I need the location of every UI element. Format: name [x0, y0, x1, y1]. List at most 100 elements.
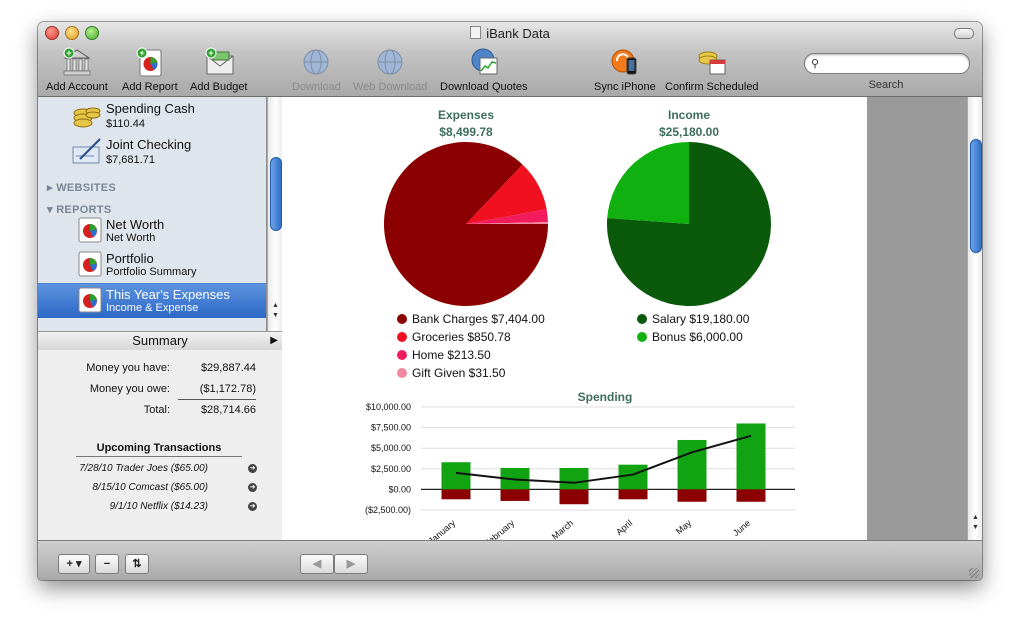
toolbar-toggle-button[interactable] — [954, 28, 974, 39]
pie-slice-bonus — [607, 142, 689, 224]
go-arrow-icon[interactable]: ➜ — [248, 483, 257, 492]
bank-icon: + — [63, 47, 91, 76]
bar-positive — [559, 467, 589, 490]
x-tick-label: March — [550, 518, 576, 540]
checkbook-icon — [72, 138, 101, 164]
sidebar: Spending Cash $110.44 Joint Checking $7,… — [38, 97, 267, 331]
legend-label: Bank Charges $7,404.00 — [412, 312, 545, 326]
add-account-button[interactable]: + Add Account — [46, 46, 108, 93]
search-field[interactable]: ⚲ — [804, 53, 970, 74]
bar-negative — [559, 489, 589, 505]
bar-negative — [441, 489, 471, 500]
account-balance: $7,681.71 — [106, 154, 155, 166]
x-tick-label: April — [614, 518, 634, 537]
expenses-title: Expenses — [438, 108, 494, 122]
sidebar-item-this-years-expenses[interactable]: This Year's Expenses Income & Expense — [38, 283, 266, 318]
sidebar-item-portfolio[interactable]: Portfolio Portfolio Summary — [38, 248, 266, 282]
bar-negative — [500, 489, 530, 501]
income-legend: Salary $19,180.00 Bonus $6,000.00 — [637, 312, 750, 344]
report-name: Portfolio — [106, 251, 154, 266]
confirm-scheduled-label: Confirm Scheduled — [665, 81, 759, 93]
download-button[interactable]: Download — [292, 46, 341, 93]
x-tick-label: June — [731, 518, 752, 538]
income-title: Income — [668, 108, 710, 122]
globe-download-icon — [303, 49, 329, 75]
legend-swatch — [397, 314, 407, 324]
remove-button[interactable]: − — [95, 554, 119, 574]
add-report-button[interactable]: + Add Report — [122, 46, 178, 93]
y-tick-label: ($2,500.00) — [365, 505, 411, 515]
svg-text:+: + — [66, 48, 71, 58]
window-title-text: iBank Data — [486, 26, 550, 41]
report-scroll-arrows[interactable]: ▲ ▼ — [968, 513, 982, 533]
web-download-button[interactable]: Web Download — [353, 46, 427, 93]
svg-text:+: + — [139, 48, 144, 58]
search-icon: ⚲ — [811, 58, 820, 70]
legend-label: Groceries $850.78 — [412, 330, 511, 344]
summary-owe-value: ($1,172.78) — [199, 383, 256, 395]
summary-divider — [178, 399, 256, 400]
back-button[interactable]: ◀ — [300, 554, 334, 574]
globe-icon — [377, 49, 403, 75]
summary-total-label: Total: — [143, 404, 170, 416]
download-quotes-button[interactable]: Download Quotes — [440, 46, 527, 93]
sidebar-scroll-arrows[interactable]: ▲ ▼ — [268, 301, 283, 321]
sidebar-item-net-worth[interactable]: Net Worth Net Worth — [38, 214, 266, 248]
income-pie-chart — [607, 142, 771, 306]
expenses-legend: Bank Charges $7,404.00 Groceries $850.78 H… — [397, 312, 545, 380]
sidebar-scrollbar[interactable]: ▲ ▼ — [267, 97, 283, 331]
summary-disclosure-icon[interactable]: ▶ — [270, 332, 278, 350]
upcoming-transaction-text: 9/1/10 Netflix ($14.23) — [109, 501, 208, 512]
sync-iphone-button[interactable]: Sync iPhone — [594, 46, 656, 93]
toolbar: iBank Data + Add Account + Add Report + … — [38, 22, 982, 97]
bar-positive — [618, 464, 648, 490]
report-subtitle: Income & Expense — [106, 302, 199, 314]
bottom-bar: + ▾ − ⇅ ◀ ▶ — [38, 540, 982, 580]
report-name: This Year's Expenses — [106, 287, 230, 302]
report-subtitle: Net Worth — [106, 232, 156, 244]
report-canvas: Expenses $8,499.78 Income $25,180.00 Ban… — [365, 108, 795, 549]
add-menu-button[interactable]: + ▾ — [58, 554, 90, 574]
bar-negative — [618, 489, 648, 500]
add-budget-label: Add Budget — [190, 81, 248, 93]
envelope-icon: + — [205, 47, 234, 75]
x-tick-label: February — [482, 518, 516, 540]
summary-header[interactable]: Summary ▶ — [38, 331, 282, 351]
download-label: Download — [292, 81, 341, 93]
sync-iphone-label: Sync iPhone — [594, 81, 656, 93]
sidebar-group-websites[interactable]: ▸ WEBSITES — [47, 181, 116, 194]
y-tick-label: $0.00 — [388, 484, 411, 494]
upcoming-transaction-text: 8/15/10 Comcast ($65.00) — [92, 482, 208, 493]
quotes-chart-icon — [471, 48, 498, 75]
add-budget-button[interactable]: + Add Budget — [190, 46, 248, 93]
income-total: $25,180.00 — [659, 125, 719, 139]
forward-button[interactable]: ▶ — [334, 554, 368, 574]
legend-label: Gift Given $31.50 — [412, 366, 506, 380]
bar-negative — [677, 489, 707, 502]
resize-grip-icon[interactable] — [969, 568, 979, 578]
legend-label: Salary $19,180.00 — [652, 312, 750, 326]
report-scroll-thumb[interactable] — [970, 139, 982, 253]
y-tick-label: $5,000.00 — [371, 443, 411, 453]
account-name: Joint Checking — [106, 137, 192, 152]
report-icon — [78, 251, 102, 277]
legend-swatch — [637, 314, 647, 324]
summary-owe-label: Money you owe: — [89, 383, 170, 395]
go-arrow-icon[interactable]: ➜ — [248, 464, 257, 473]
report-scrollbar[interactable]: ▲ ▼ — [967, 97, 982, 540]
report-background — [867, 97, 967, 540]
document-icon — [470, 26, 482, 39]
legend-swatch — [397, 368, 407, 378]
sort-arrows-icon[interactable]: ⇅ — [125, 554, 149, 574]
confirm-scheduled-button[interactable]: Confirm Scheduled — [665, 46, 759, 93]
sidebar-scroll-thumb[interactable] — [270, 157, 282, 231]
summary-total-value: $28,714.66 — [200, 404, 256, 416]
search-label: Search — [868, 79, 904, 91]
go-arrow-icon[interactable]: ➜ — [248, 502, 257, 511]
expenses-total: $8,499.78 — [439, 125, 493, 139]
group-label: WEBSITES — [56, 182, 117, 194]
account-name: Spending Cash — [106, 101, 195, 116]
coins-calendar-icon — [698, 51, 726, 75]
report-icon: + — [136, 47, 162, 77]
x-tick-label: January — [426, 518, 457, 540]
